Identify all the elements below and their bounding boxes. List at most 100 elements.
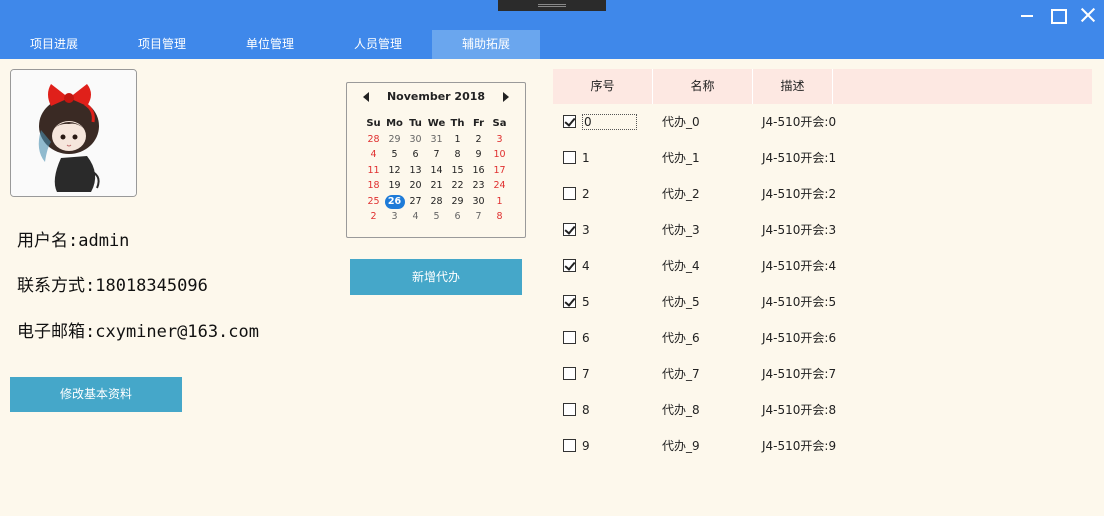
- table-row[interactable]: 0 代办_0 J4-510开会:0: [553, 104, 1092, 140]
- tab-auxiliary-extension[interactable]: 辅助拓展: [432, 30, 540, 59]
- table-row[interactable]: 8 代办_8 J4-510开会:8: [553, 392, 1092, 428]
- calendar-day[interactable]: 2: [468, 132, 489, 148]
- table-row[interactable]: 6 代办_6 J4-510开会:6: [553, 320, 1092, 356]
- table-row[interactable]: 1 代办_1 J4-510开会:1: [553, 140, 1092, 176]
- drag-handle[interactable]: [498, 0, 606, 11]
- calendar-day[interactable]: 28: [426, 194, 447, 210]
- username-text: 用户名:admin: [17, 231, 130, 251]
- tab-personnel-management[interactable]: 人员管理: [324, 30, 432, 59]
- calendar-day[interactable]: 3: [384, 209, 405, 225]
- row-name: 代办_6: [662, 331, 700, 345]
- add-todo-button[interactable]: 新增代办: [350, 259, 522, 295]
- calendar-day[interactable]: 30: [405, 132, 426, 148]
- calendar-day[interactable]: 15: [447, 163, 468, 179]
- table-row[interactable]: 3 代办_3 J4-510开会:3: [553, 212, 1092, 248]
- table-header: 序号 名称 描述: [553, 69, 1092, 104]
- calendar-day[interactable]: 9: [468, 147, 489, 163]
- table-row[interactable]: 2 代办_2 J4-510开会:2: [553, 176, 1092, 212]
- edit-profile-button[interactable]: 修改基本资料: [10, 377, 182, 412]
- calendar-day-number: 15: [451, 164, 464, 176]
- row-checkbox[interactable]: [563, 187, 576, 200]
- calendar-day[interactable]: 4: [405, 209, 426, 225]
- calendar-weekday: Th: [450, 118, 465, 129]
- calendar-day-number: 28: [430, 195, 443, 207]
- calendar-day[interactable]: 4: [363, 147, 384, 163]
- tab-project-management[interactable]: 项目管理: [108, 30, 216, 59]
- calendar-day[interactable]: 30: [468, 194, 489, 210]
- calendar-day[interactable]: 5: [384, 147, 405, 163]
- calendar-week-row: 4 5 6 7 8 9 10: [363, 147, 511, 163]
- tab-unit-management[interactable]: 单位管理: [216, 30, 324, 59]
- calendar[interactable]: November 2018 Su Mo Tu We Th Fr Sa 28 29 30 31 1 2 3 4…: [346, 82, 526, 238]
- table-row[interactable]: 4 代办_4 J4-510开会:4: [553, 248, 1092, 284]
- calendar-day[interactable]: 12: [384, 163, 405, 179]
- calendar-day[interactable]: 19: [384, 178, 405, 194]
- row-index: 4: [582, 248, 590, 284]
- calendar-day-number: 2: [370, 211, 377, 222]
- calendar-day[interactable]: 21: [426, 178, 447, 194]
- calendar-day[interactable]: 24: [489, 178, 510, 194]
- table-row[interactable]: 5 代办_5 J4-510开会:5: [553, 284, 1092, 320]
- minimize-icon[interactable]: [1017, 5, 1037, 25]
- calendar-day[interactable]: 8: [489, 209, 510, 225]
- calendar-day[interactable]: 14: [426, 163, 447, 179]
- close-icon[interactable]: [1078, 5, 1098, 25]
- calendar-day[interactable]: 13: [405, 163, 426, 179]
- calendar-day[interactable]: 1: [489, 194, 510, 210]
- calendar-day[interactable]: 3: [489, 132, 510, 148]
- calendar-day[interactable]: 8: [447, 147, 468, 163]
- calendar-day[interactable]: 7: [426, 147, 447, 163]
- calendar-day[interactable]: 17: [489, 163, 510, 179]
- calendar-day-number: 29: [451, 195, 464, 207]
- row-name: 代办_8: [662, 403, 700, 417]
- calendar-weekday: Tu: [409, 118, 422, 129]
- calendar-day[interactable]: 5: [426, 209, 447, 225]
- calendar-day[interactable]: 28: [363, 132, 384, 148]
- row-checkbox[interactable]: [563, 367, 576, 380]
- row-description: J4-510开会:4: [762, 259, 837, 273]
- calendar-day[interactable]: 10: [489, 147, 510, 163]
- tab-project-progress[interactable]: 项目进展: [0, 30, 108, 59]
- row-checkbox[interactable]: [563, 223, 576, 236]
- maximize-icon[interactable]: [1047, 5, 1067, 25]
- table-row[interactable]: 7 代办_7 J4-510开会:7: [553, 356, 1092, 392]
- calendar-week-row: 25 26 27 28 29 30 1: [363, 194, 511, 210]
- calendar-day[interactable]: 6: [405, 147, 426, 163]
- calendar-day[interactable]: 29: [384, 132, 405, 148]
- calendar-day-selected[interactable]: 26: [384, 194, 405, 210]
- calendar-day[interactable]: 1: [447, 132, 468, 148]
- calendar-week-row: 2 3 4 5 6 7 8: [363, 209, 511, 225]
- calendar-day[interactable]: 31: [426, 132, 447, 148]
- row-checkbox[interactable]: [563, 115, 576, 128]
- calendar-month-label[interactable]: November 2018: [347, 89, 525, 105]
- calendar-day-number: 30: [409, 133, 422, 145]
- row-checkbox[interactable]: [563, 331, 576, 344]
- calendar-day[interactable]: 16: [468, 163, 489, 179]
- table-row[interactable]: 9 代办_9 J4-510开会:9: [553, 428, 1092, 464]
- calendar-day[interactable]: 29: [447, 194, 468, 210]
- header-name: 名称: [653, 69, 753, 104]
- calendar-day[interactable]: 6: [447, 209, 468, 225]
- calendar-day[interactable]: 27: [405, 194, 426, 210]
- calendar-day-number: 20: [409, 180, 422, 191]
- calendar-day[interactable]: 23: [468, 178, 489, 194]
- calendar-day[interactable]: 25: [363, 194, 384, 210]
- calendar-day[interactable]: 18: [363, 178, 384, 194]
- row-checkbox[interactable]: [563, 439, 576, 452]
- calendar-day-number: 19: [388, 180, 401, 191]
- calendar-day[interactable]: 22: [447, 178, 468, 194]
- row-name: 代办_9: [662, 439, 700, 453]
- row-description: J4-510开会:0: [762, 115, 837, 129]
- row-checkbox[interactable]: [563, 295, 576, 308]
- row-checkbox[interactable]: [563, 259, 576, 272]
- calendar-day[interactable]: 11: [363, 163, 384, 179]
- calendar-day[interactable]: 2: [363, 209, 384, 225]
- calendar-weekday: Fr: [472, 118, 485, 129]
- calendar-day-number: 5: [391, 149, 398, 160]
- next-month-icon[interactable]: [503, 92, 509, 102]
- row-checkbox[interactable]: [563, 403, 576, 416]
- row-checkbox[interactable]: [563, 151, 576, 164]
- calendar-day[interactable]: 20: [405, 178, 426, 194]
- calendar-day[interactable]: 7: [468, 209, 489, 225]
- row-description: J4-510开会:8: [762, 403, 837, 417]
